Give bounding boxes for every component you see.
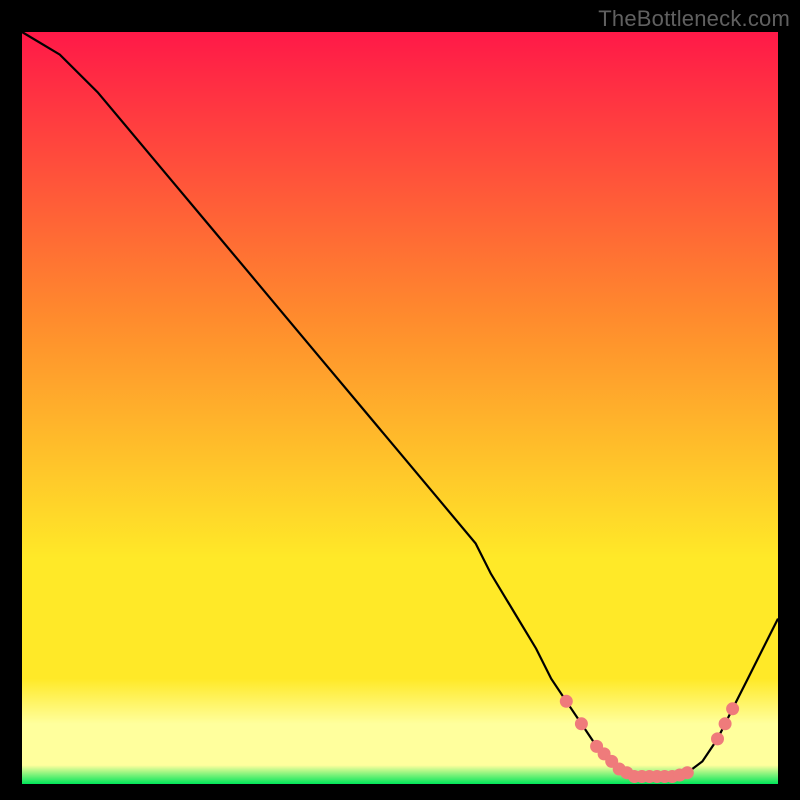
- highlight-marker: [560, 695, 573, 708]
- highlight-marker: [681, 766, 694, 779]
- highlight-marker: [575, 717, 588, 730]
- highlight-marker: [719, 717, 732, 730]
- highlight-marker: [711, 732, 724, 745]
- plot-background: [22, 32, 778, 784]
- highlight-marker: [726, 702, 739, 715]
- bottleneck-chart: [0, 0, 800, 800]
- watermark-text: TheBottleneck.com: [598, 6, 790, 32]
